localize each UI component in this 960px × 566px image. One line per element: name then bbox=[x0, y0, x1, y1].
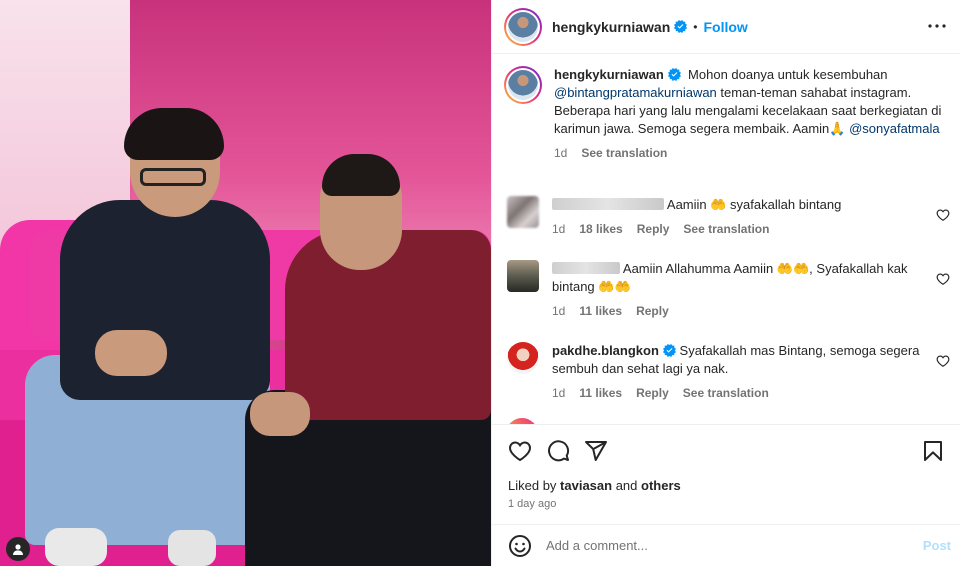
commenter-username-blurred[interactable] bbox=[552, 262, 620, 274]
comment-input[interactable]: Add a comment... bbox=[546, 538, 923, 553]
boy-shoe bbox=[45, 528, 107, 566]
man-hands bbox=[250, 392, 310, 436]
liked-prefix: Liked by bbox=[508, 478, 561, 493]
reply-button[interactable]: Reply bbox=[637, 220, 670, 238]
author-username[interactable]: hengkykurniawan bbox=[552, 19, 670, 35]
caption-mention-link[interactable]: @bintangpratamakurniawan bbox=[554, 85, 717, 100]
post-time[interactable]: 1 day ago bbox=[508, 498, 556, 510]
liked-user-link[interactable]: taviasan bbox=[560, 478, 612, 493]
boy-hair bbox=[124, 108, 224, 160]
heart-icon[interactable] bbox=[936, 208, 950, 222]
comment-likes[interactable]: 11 likes bbox=[579, 384, 622, 402]
post-photo[interactable] bbox=[0, 0, 491, 566]
share-icon[interactable] bbox=[584, 439, 608, 463]
heart-icon[interactable] bbox=[508, 439, 532, 463]
boy-glasses bbox=[140, 168, 206, 186]
comment-item: Aamiin 🤲 syafakallah bintang 1d 18 likes… bbox=[504, 196, 954, 238]
liked-by: Liked by taviasan and others bbox=[508, 478, 681, 493]
liked-and: and bbox=[612, 478, 642, 493]
post-caption: hengkykurniawan Mohon doanya untuk kesem… bbox=[504, 66, 954, 162]
comment-likes[interactable]: 18 likes bbox=[579, 220, 622, 238]
comment-item: pakdhe.blangkon Syafakallah mas Bintang,… bbox=[504, 342, 954, 402]
boy-shoe bbox=[168, 530, 216, 566]
commenter-avatar[interactable] bbox=[507, 196, 539, 228]
separator-dot: • bbox=[693, 19, 698, 34]
comment-likes[interactable]: 11 likes bbox=[579, 302, 622, 320]
reply-button[interactable]: Reply bbox=[636, 302, 669, 320]
liked-others-link[interactable]: others bbox=[641, 478, 681, 493]
post-header: hengkykurniawan • Follow bbox=[492, 0, 960, 54]
author-avatar[interactable] bbox=[504, 7, 542, 46]
caption-text-segment: Mohon doanya untuk kesembuhan bbox=[688, 67, 888, 82]
comment-time[interactable]: 1d bbox=[552, 220, 565, 238]
heart-icon[interactable] bbox=[936, 354, 950, 368]
comment-time[interactable]: 1d bbox=[552, 384, 565, 402]
boy-sweater bbox=[60, 200, 270, 400]
bookmark-icon[interactable] bbox=[921, 439, 945, 463]
see-translation-button[interactable]: See translation bbox=[683, 220, 769, 238]
commenter-username-blurred[interactable] bbox=[552, 198, 664, 210]
commenter-username[interactable]: pakdhe.blangkon bbox=[552, 343, 659, 358]
see-translation-button[interactable]: See translation bbox=[581, 144, 667, 162]
add-comment-bar: Add a comment... Post bbox=[492, 524, 960, 566]
comment-item: Aamiin Allahumma Aamiin 🤲🤲, Syafakallah … bbox=[504, 260, 954, 320]
comment-time[interactable]: 1d bbox=[552, 302, 565, 320]
comment-icon[interactable] bbox=[546, 439, 570, 463]
caption-mention-link[interactable]: @sonyafatmala bbox=[849, 121, 940, 136]
caption-time[interactable]: 1d bbox=[554, 144, 567, 162]
verified-badge-icon bbox=[667, 68, 681, 81]
caption-username[interactable]: hengkykurniawan bbox=[554, 67, 664, 82]
heart-icon[interactable] bbox=[936, 272, 950, 286]
verified-badge-icon bbox=[674, 20, 688, 33]
caption-author-avatar[interactable] bbox=[504, 66, 542, 104]
next-comment-avatar-peek bbox=[506, 418, 538, 424]
see-translation-button[interactable]: See translation bbox=[683, 384, 769, 402]
reply-button[interactable]: Reply bbox=[636, 384, 669, 402]
comment-text: Aamiin 🤲 syafakallah bintang bbox=[666, 197, 842, 212]
post-detail-panel: hengkykurniawan • Follow hengkykurniawan… bbox=[491, 0, 960, 566]
post-actions-bar bbox=[492, 424, 960, 476]
follow-button[interactable]: Follow bbox=[703, 19, 747, 35]
post-comment-button[interactable]: Post bbox=[923, 538, 951, 553]
commenter-avatar[interactable] bbox=[507, 260, 539, 292]
boy-hands bbox=[95, 330, 167, 376]
commenter-avatar[interactable] bbox=[507, 342, 539, 374]
emoji-icon[interactable] bbox=[508, 534, 532, 558]
more-options-icon[interactable] bbox=[925, 14, 949, 38]
user-tag-icon[interactable] bbox=[6, 537, 30, 561]
verified-badge-icon bbox=[662, 344, 676, 357]
